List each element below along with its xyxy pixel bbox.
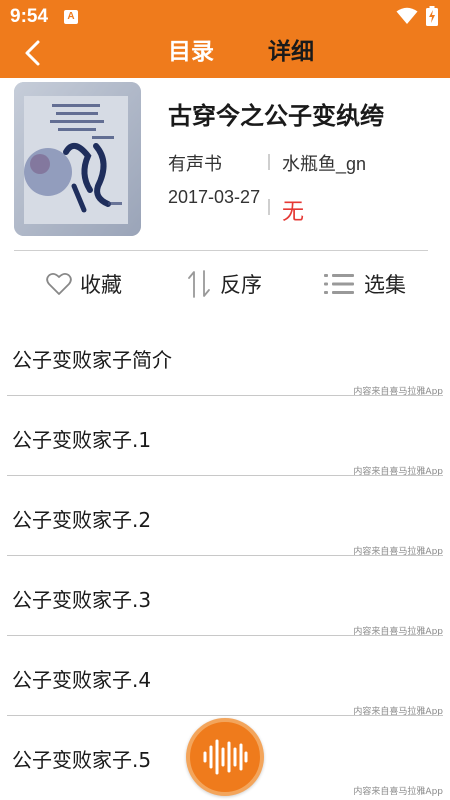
episode-title: 公子变败家子.2 xyxy=(12,508,152,532)
a-notification-icon: A xyxy=(64,10,78,24)
book-title: 古穿今之公子变纨绔 xyxy=(168,102,384,130)
book-cover xyxy=(14,82,141,236)
divider xyxy=(7,635,443,636)
episode-item[interactable]: 公子变败家子简介 内容来自喜马拉雅App xyxy=(0,320,450,400)
list-icon xyxy=(324,274,354,294)
divider xyxy=(7,395,443,396)
episode-title: 公子变败家子简介 xyxy=(12,348,172,372)
heart-icon xyxy=(46,272,72,295)
status-time: 9:54 xyxy=(10,6,49,27)
meta-separator xyxy=(268,154,270,170)
select-episodes-label: 选集 xyxy=(364,273,406,297)
battery-charging-icon xyxy=(426,6,438,26)
divider xyxy=(7,555,443,556)
tab-detail[interactable]: 详细 xyxy=(268,36,314,68)
top-bar: 9:54 A 目录 详细 xyxy=(0,0,450,78)
reverse-order-label: 反序 xyxy=(220,273,262,297)
episode-title: 公子变败家子.5 xyxy=(12,748,152,772)
nav-bar: 目录 详细 xyxy=(0,32,450,78)
divider xyxy=(14,250,428,251)
book-author: 水瓶鱼_gn xyxy=(282,154,367,174)
wifi-icon xyxy=(396,7,418,24)
episode-source: 内容来自喜马拉雅App xyxy=(353,787,443,797)
episode-title: 公子变败家子.3 xyxy=(12,588,152,612)
episode-title: 公子变败家子.4 xyxy=(12,668,152,692)
episode-item[interactable]: 公子变败家子.4 内容来自喜马拉雅App xyxy=(0,640,450,720)
divider xyxy=(7,475,443,476)
status-bar: 9:54 A xyxy=(0,0,450,32)
episode-item[interactable]: 公子变败家子.2 内容来自喜马拉雅App xyxy=(0,480,450,560)
player-button[interactable] xyxy=(186,718,264,796)
episode-item[interactable]: 公子变败家子.3 内容来自喜马拉雅App xyxy=(0,560,450,640)
book-cover-image xyxy=(14,82,141,236)
episode-title: 公子变败家子.1 xyxy=(12,428,152,452)
tab-catalog[interactable]: 目录 xyxy=(168,36,214,68)
book-type: 有声书 xyxy=(168,154,222,174)
book-date: 2017-03-27 xyxy=(168,187,261,207)
book-status: 无 xyxy=(282,199,305,224)
audio-wave-icon xyxy=(203,739,248,775)
divider xyxy=(7,715,443,716)
meta-separator xyxy=(268,199,270,215)
status-icons xyxy=(396,6,438,26)
reverse-order-button[interactable]: 反序 xyxy=(186,266,262,302)
back-arrow-icon xyxy=(25,40,40,66)
sort-arrows-icon xyxy=(188,270,210,298)
episode-item[interactable]: 公子变败家子.1 内容来自喜马拉雅App xyxy=(0,400,450,480)
favorite-button[interactable]: 收藏 xyxy=(46,266,122,302)
back-button[interactable] xyxy=(18,36,52,70)
select-episodes-button[interactable]: 选集 xyxy=(324,266,406,302)
favorite-label: 收藏 xyxy=(80,273,122,297)
